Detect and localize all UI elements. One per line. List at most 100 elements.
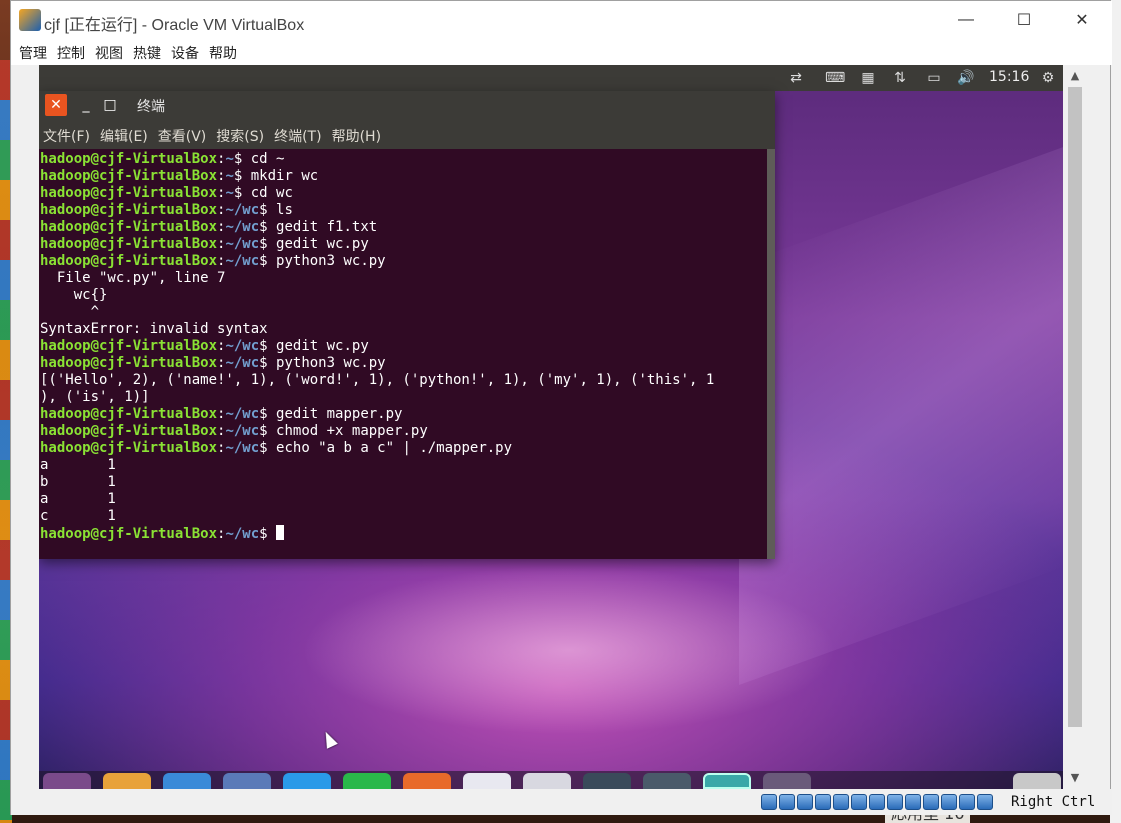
scroll-up-arrow-icon[interactable]: ▲ xyxy=(1068,69,1082,83)
terminal-close-button[interactable]: ✕ xyxy=(45,94,67,116)
dock-calc-icon[interactable] xyxy=(343,773,391,789)
prompt-path: ~/wc xyxy=(225,355,260,371)
terminal-titlebar[interactable]: ✕ _ □ 终端 xyxy=(39,91,775,119)
terminal-line: c 1 xyxy=(40,508,116,524)
prompt-command: $ ls xyxy=(259,202,293,218)
dock-browser-icon[interactable] xyxy=(163,773,211,789)
dock-app-icon-2[interactable] xyxy=(763,773,811,789)
terminal-maximize-button[interactable]: □ xyxy=(99,94,121,116)
terminal-window[interactable]: ✕ _ □ 终端 文件(F) 编辑(E) 查看(V) 搜索(S) 终端(T) 帮… xyxy=(39,91,775,559)
cpu-icon[interactable] xyxy=(923,794,939,810)
network-icon[interactable]: ⇅ xyxy=(891,69,909,87)
terminal-line: wc{} xyxy=(40,287,108,303)
close-button[interactable]: ✕ xyxy=(1053,1,1111,39)
vbox-vertical-scrollbar[interactable]: ▲ ▼ xyxy=(1064,65,1086,789)
terminal-line: hadoop@cjf-VirtualBox:~$ cd wc xyxy=(40,185,767,202)
input-method-icon[interactable]: ▦ xyxy=(859,69,877,87)
terminal-line: hadoop@cjf-VirtualBox:~/wc$ gedit wc.py xyxy=(40,236,767,253)
terminal-menu-view[interactable]: 查看(V) xyxy=(158,119,217,149)
display-icon[interactable] xyxy=(869,794,885,810)
dock-writer-icon[interactable] xyxy=(283,773,331,789)
terminal-line: hadoop@cjf-VirtualBox:~/wc$ gedit f1.txt xyxy=(40,219,767,236)
dock-help-icon[interactable] xyxy=(523,773,571,789)
terminal-line: a 1 xyxy=(40,491,116,507)
guest-clock[interactable]: 15:16 xyxy=(989,69,1029,85)
virtualbox-logo-icon xyxy=(19,9,41,31)
shared-folders-icon[interactable] xyxy=(851,794,867,810)
menu-view[interactable]: 视图 xyxy=(93,39,131,65)
terminal-output[interactable]: hadoop@cjf-VirtualBox:~$ cd ~ hadoop@cjf-… xyxy=(39,149,767,559)
network-switch-icon[interactable]: ⇄ xyxy=(787,69,805,87)
menu-manage[interactable]: 管理 xyxy=(17,39,55,65)
prompt-path: ~/wc xyxy=(225,423,260,439)
usb-icon[interactable] xyxy=(833,794,849,810)
terminal-line: b 1 xyxy=(40,474,116,490)
dock-dash-icon[interactable] xyxy=(43,773,91,789)
prompt-user: hadoop@cjf-VirtualBox xyxy=(40,440,218,456)
terminal-line: hadoop@cjf-VirtualBox:~/wc$ chmod +x map… xyxy=(40,423,767,440)
terminal-menu-help[interactable]: 帮助(H) xyxy=(332,119,391,149)
menu-devices[interactable]: 设备 xyxy=(169,39,207,65)
dock-files-icon[interactable] xyxy=(103,773,151,789)
video-capture-icon[interactable] xyxy=(887,794,903,810)
terminal-minimize-button[interactable]: _ xyxy=(75,94,97,116)
prompt-path: ~/wc xyxy=(225,440,260,456)
vbox-statusbar: Right Ctrl xyxy=(11,789,1112,815)
terminal-menu-edit[interactable]: 编辑(E) xyxy=(100,119,158,149)
prompt-command: $ cd wc xyxy=(233,185,293,201)
window-titlebar[interactable]: cjf [正在运行] - Oracle VM VirtualBox — ☐ ✕ xyxy=(11,1,1112,39)
battery-icon[interactable]: ▭ xyxy=(925,69,943,87)
settings-gear-icon[interactable]: ⚙ xyxy=(1039,69,1057,87)
scroll-down-arrow-icon[interactable]: ▼ xyxy=(1068,771,1082,785)
terminal-line: hadoop@cjf-VirtualBox:~/wc$ echo "a b a … xyxy=(40,440,767,457)
maximize-button[interactable]: ☐ xyxy=(995,1,1053,39)
prompt-user: hadoop@cjf-VirtualBox xyxy=(40,423,218,439)
globe-icon[interactable] xyxy=(959,794,975,810)
host-desktop-right-edge xyxy=(1110,0,1121,823)
virtualbox-window: cjf [正在运行] - Oracle VM VirtualBox — ☐ ✕ … xyxy=(10,0,1112,815)
mouse-integration-icon[interactable] xyxy=(941,794,957,810)
dock-software-icon[interactable] xyxy=(463,773,511,789)
volume-icon[interactable]: 🔊 xyxy=(957,69,975,87)
prompt-user: hadoop@cjf-VirtualBox xyxy=(40,338,218,354)
dock-app-icon[interactable] xyxy=(223,773,271,789)
terminal-line: ), ('is', 1)] xyxy=(40,389,150,405)
keyboard-capture-icon[interactable] xyxy=(977,794,993,810)
terminal-line: hadoop@cjf-VirtualBox:~$ cd ~ xyxy=(40,151,767,168)
terminal-line: hadoop@cjf-VirtualBox:~/wc$ gedit mapper… xyxy=(40,406,767,423)
hard-disk-icon[interactable] xyxy=(761,794,777,810)
terminal-menu-terminal[interactable]: 终端(T) xyxy=(274,119,331,149)
prompt-command: $ chmod +x mapper.py xyxy=(259,423,428,439)
minimize-button[interactable]: — xyxy=(937,1,995,39)
terminal-menu-file[interactable]: 文件(F) xyxy=(43,119,100,149)
prompt-path: ~ xyxy=(225,185,234,201)
prompt-user: hadoop@cjf-VirtualBox xyxy=(40,202,218,218)
dock-terminal-icon[interactable] xyxy=(583,773,631,789)
prompt-path: ~/wc xyxy=(225,338,260,354)
prompt-path: ~/wc xyxy=(225,219,260,235)
guest-screen[interactable]: ⇄ ⌨ ▦ ⇅ ▭ 🔊 15:16 ⚙ ✕ _ □ 终端 文件(F) 编辑(E)… xyxy=(39,65,1063,789)
terminal-line: a 1 xyxy=(40,457,116,473)
terminal-line: hadoop@cjf-VirtualBox:~/wc$ gedit wc.py xyxy=(40,338,767,355)
optical-drive-icon[interactable] xyxy=(779,794,795,810)
prompt-command: $ gedit f1.txt xyxy=(259,219,378,235)
prompt-command: $ mkdir wc xyxy=(233,168,319,184)
dock-impress-icon[interactable] xyxy=(403,773,451,789)
audio-icon[interactable] xyxy=(797,794,813,810)
terminal-scrollbar[interactable] xyxy=(767,149,775,559)
menu-control[interactable]: 控制 xyxy=(55,39,93,65)
network-adapter-icon[interactable] xyxy=(815,794,831,810)
screen-icon[interactable] xyxy=(905,794,921,810)
keyboard-icon[interactable]: ⌨ xyxy=(825,69,845,87)
dock-workspace-icon[interactable] xyxy=(643,773,691,789)
menu-hotkeys[interactable]: 热键 xyxy=(131,39,169,65)
scroll-thumb[interactable] xyxy=(1068,87,1082,727)
terminal-menubar: 文件(F) 编辑(E) 查看(V) 搜索(S) 终端(T) 帮助(H) xyxy=(39,119,775,149)
vbox-menubar: 管理 控制 视图 热键 设备 帮助 xyxy=(11,39,1112,65)
menu-help[interactable]: 帮助 xyxy=(207,39,245,65)
dock-trash-icon[interactable] xyxy=(1013,773,1061,789)
terminal-line: File "wc.py", line 7 xyxy=(40,270,226,286)
dock-active-app-icon[interactable] xyxy=(703,773,751,789)
terminal-menu-search[interactable]: 搜索(S) xyxy=(216,119,274,149)
terminal-line: hadoop@cjf-VirtualBox:~/wc$ python3 wc.p… xyxy=(40,253,767,270)
